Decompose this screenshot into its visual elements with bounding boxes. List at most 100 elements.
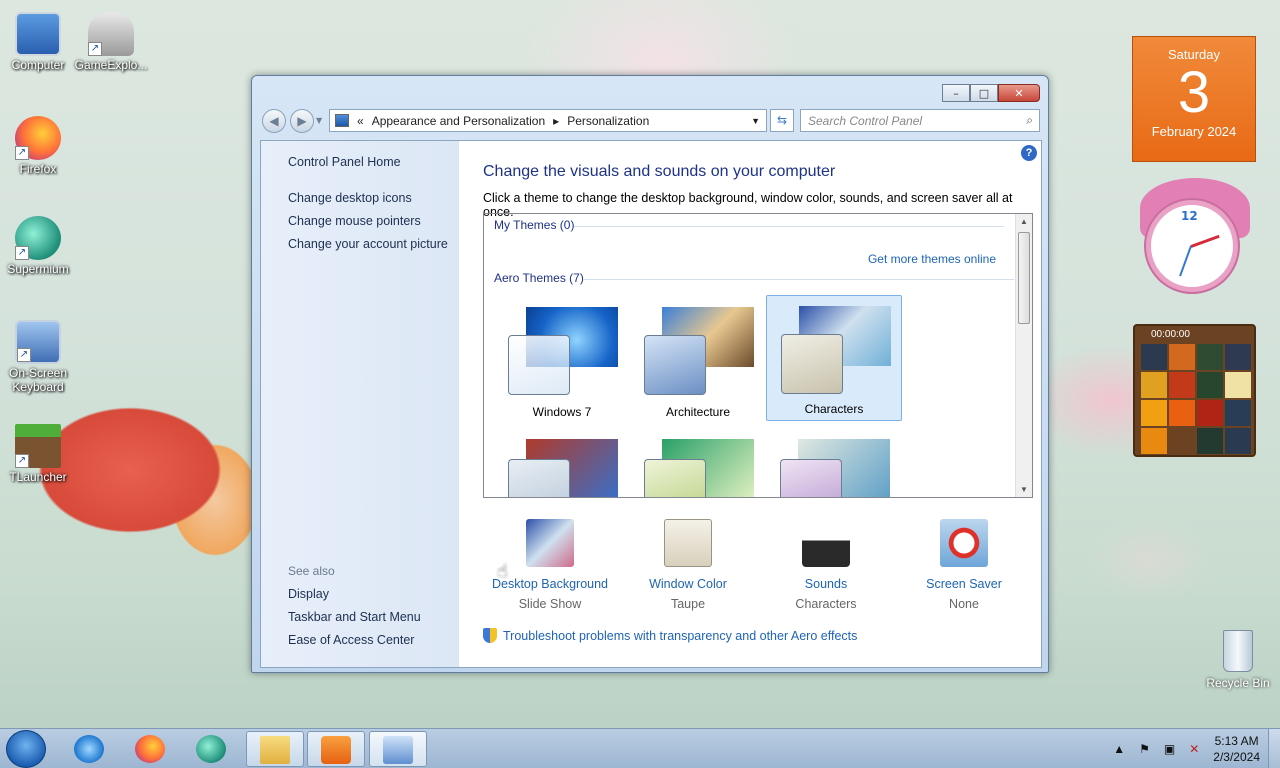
clock-face: 12 — [1146, 200, 1238, 292]
sidebar-display[interactable]: Display — [288, 587, 329, 601]
computer-icon — [15, 12, 61, 56]
breadcrumb-separator[interactable]: ▸ — [545, 114, 567, 128]
taskbar-control-panel[interactable] — [369, 731, 427, 767]
system-tray: ▲ ⚑ ▣ ✕ 5:13 AM 2/3/2024 — [1113, 729, 1260, 768]
theme-characters[interactable]: Characters — [766, 295, 902, 421]
search-input[interactable]: Search Control Panel ⌕ — [800, 109, 1040, 132]
desktop-background-icon — [526, 519, 574, 567]
media-player-icon — [321, 736, 351, 764]
main-panel: ? Change the visuals and sounds on your … — [459, 141, 1041, 667]
search-icon[interactable]: ⌕ — [1026, 113, 1033, 128]
taskbar-firefox[interactable] — [121, 731, 179, 767]
network-icon[interactable]: ▣ — [1164, 742, 1175, 756]
recent-pages-dropdown[interactable]: ▼ — [316, 116, 322, 125]
address-dropdown-icon[interactable]: ▼ — [751, 116, 760, 126]
navigation-bar: ◀ ▶ ▼ « Appearance and Personalization ▸… — [260, 108, 1040, 134]
clock-minute-hand — [1179, 245, 1192, 277]
sounds-button[interactable]: Sounds Characters — [761, 519, 891, 611]
scroll-thumb[interactable] — [1018, 232, 1030, 324]
theme-windows-7[interactable]: Windows 7 — [494, 297, 630, 423]
personalization-window: – □ ✕ ◀ ▶ ▼ « Appearance and Personaliza… — [251, 75, 1049, 673]
help-icon[interactable]: ? — [1021, 145, 1037, 161]
theme-nature[interactable] — [630, 429, 766, 497]
desktop-icon-recycle-bin[interactable]: Recycle Bin — [1200, 630, 1276, 690]
content-area: Control Panel Home Change desktop icons … — [260, 140, 1042, 668]
supermium-icon — [196, 735, 226, 763]
sidebar-control-panel-home[interactable]: Control Panel Home — [288, 155, 401, 169]
calendar-day: 3 — [1177, 60, 1211, 125]
window-color-button[interactable]: Window Color Taupe — [623, 519, 753, 611]
taskbar-explorer[interactable] — [246, 731, 304, 767]
start-button[interactable] — [6, 730, 46, 768]
see-also-heading: See also — [288, 564, 335, 578]
window-color-icon — [664, 519, 712, 567]
theme-list-scrollbar[interactable]: ▲ ▼ — [1015, 214, 1032, 497]
desktop-icon-game-explorer[interactable]: ↗ GameExplo... — [73, 12, 149, 72]
breadcrumb-appearance[interactable]: Appearance and Personalization — [372, 114, 545, 128]
desktop-icon-supermium[interactable]: ↗ Supermium — [0, 216, 76, 276]
desktop-icon-tlauncher[interactable]: ↗ TLauncher — [0, 424, 76, 484]
control-panel-icon — [383, 736, 413, 764]
puzzle-gadget[interactable]: 00:00:00 — [1133, 324, 1256, 457]
scroll-up-arrow[interactable]: ▲ — [1020, 217, 1028, 226]
my-themes-header[interactable]: My Themes (0) — [494, 218, 574, 232]
caption-buttons: – □ ✕ — [942, 84, 1040, 102]
control-panel-icon — [335, 114, 349, 127]
theme-settings: Desktop Background Slide Show Window Col… — [483, 519, 1023, 611]
game-explorer-icon: ↗ — [88, 12, 134, 56]
taskbar-supermium[interactable] — [182, 731, 240, 767]
theme-landscapes[interactable] — [494, 429, 630, 497]
breadcrumb-personalization[interactable]: Personalization — [567, 114, 649, 128]
show-hidden-icons-button[interactable]: ▲ — [1113, 742, 1125, 756]
forward-button[interactable]: ▶ — [290, 109, 314, 133]
taskbar-media-player[interactable] — [307, 731, 365, 767]
sidebar: Control Panel Home Change desktop icons … — [261, 141, 459, 667]
recycle-bin-icon — [1223, 630, 1253, 672]
get-more-themes-link[interactable]: Get more themes online — [868, 252, 996, 266]
shield-icon — [483, 628, 497, 643]
volume-muted-icon[interactable]: ✕ — [1189, 742, 1199, 756]
scroll-down-arrow[interactable]: ▼ — [1020, 485, 1028, 494]
close-button[interactable]: ✕ — [998, 84, 1040, 102]
maximize-button[interactable]: □ — [970, 84, 998, 102]
clock-gadget[interactable]: 12 — [1140, 178, 1250, 298]
calendar-month-year: February 2024 — [1151, 124, 1237, 139]
screen-saver-button[interactable]: Screen Saver None — [899, 519, 1029, 611]
minimize-button[interactable]: – — [942, 84, 970, 102]
internet-explorer-icon — [74, 735, 104, 763]
troubleshoot-aero-link[interactable]: Troubleshoot problems with transparency … — [483, 628, 857, 643]
taskbar-internet-explorer[interactable] — [60, 731, 118, 767]
refresh-button[interactable]: ⇆ — [770, 109, 794, 132]
aero-themes-header[interactable]: Aero Themes (7) — [494, 271, 584, 285]
sidebar-ease-of-access[interactable]: Ease of Access Center — [288, 633, 414, 647]
taskbar: ▲ ⚑ ▣ ✕ 5:13 AM 2/3/2024 — [0, 728, 1280, 768]
supermium-icon: ↗ — [15, 216, 61, 260]
windows-7-swatch — [508, 335, 570, 395]
desktop-icon-computer[interactable]: Computer — [0, 12, 76, 72]
breadcrumb-chevron[interactable]: « — [349, 114, 372, 128]
show-desktop-button[interactable] — [1268, 729, 1280, 768]
tlauncher-icon: ↗ — [15, 424, 61, 468]
address-bar[interactable]: « Appearance and Personalization ▸ Perso… — [329, 109, 767, 132]
theme-list[interactable]: My Themes (0) Get more themes online Aer… — [483, 213, 1033, 498]
sidebar-change-mouse-pointers[interactable]: Change mouse pointers — [288, 214, 421, 228]
taskbar-clock[interactable]: 5:13 AM 2/3/2024 — [1213, 733, 1260, 765]
mouse-cursor-icon: ☝ — [497, 561, 508, 582]
architecture-swatch — [644, 335, 706, 395]
taskbar-time: 5:13 AM — [1214, 734, 1259, 748]
sidebar-change-desktop-icons[interactable]: Change desktop icons — [288, 191, 412, 205]
page-title: Change the visuals and sounds on your co… — [483, 163, 836, 180]
sidebar-change-account-picture[interactable]: Change your account picture — [288, 237, 448, 251]
keyboard-icon: ↗ — [15, 320, 61, 364]
theme-scenes[interactable] — [766, 429, 902, 497]
back-button[interactable]: ◀ — [262, 109, 286, 133]
folder-icon — [260, 736, 290, 764]
puzzle-grid[interactable] — [1135, 342, 1254, 456]
desktop-icon-on-screen-keyboard[interactable]: ↗ On-Screen Keyboard — [0, 320, 76, 394]
action-center-flag-icon[interactable]: ⚑ — [1139, 742, 1150, 756]
sidebar-taskbar-start-menu[interactable]: Taskbar and Start Menu — [288, 610, 421, 624]
desktop-icon-firefox[interactable]: ↗ Firefox — [0, 116, 76, 176]
clock-hour-hand — [1190, 234, 1220, 248]
theme-architecture[interactable]: Architecture — [630, 297, 766, 423]
calendar-gadget[interactable]: Saturday 3 February 2024 — [1132, 36, 1256, 162]
